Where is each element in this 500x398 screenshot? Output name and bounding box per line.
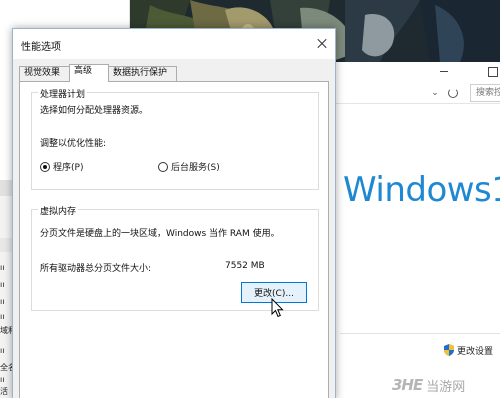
watermark-text: 当游网 [426,379,466,395]
maximize-icon[interactable] [485,64,499,78]
chevron-down-icon[interactable]: ⌄ [430,88,440,98]
tab-visual-effects[interactable]: 视觉效果 [19,66,70,81]
search-input[interactable]: 搜索控 [470,84,500,102]
processor-scheduling-group: 处理器计划 选择如何分配处理器资源。 调整以优化性能: 程序(P) 后台服务(S… [31,87,319,190]
radio-unchecked-icon[interactable] [158,161,168,172]
optimize-label: 调整以优化性能: [40,139,107,149]
change-settings-label: 更改设置 [457,346,494,357]
dialog-titlebar[interactable]: 性能选项 [13,29,335,59]
radio-label: 后台服务(S) [171,163,220,173]
radio-programs[interactable]: 程序(P) [40,160,83,173]
group-title: 处理器计划 [38,87,88,100]
radio-checked-icon[interactable] [40,161,50,172]
uac-shield-icon [444,344,454,356]
paging-file-total-label: 所有驱动器总分页文件大小: [40,264,152,274]
windows-brand-text: Windows1 [343,170,500,210]
refresh-icon[interactable] [446,86,460,100]
virtual-memory-group: 虚拟内存 分页文件是硬盘上的一块区域，Windows 当作 RAM 使用。 所有… [31,204,319,311]
background-strip [100,0,130,30]
virtual-memory-description: 分页文件是硬盘上的一块区域，Windows 当作 RAM 使用。 [40,229,280,239]
processor-description: 选择如何分配处理器资源。 [40,106,149,116]
watermark-logo: 3HE [392,376,423,394]
paging-file-total-value: 7552 MB [225,261,265,271]
watermark: 3HE 当游网 [392,372,500,398]
radio-label: 程序(P) [53,163,84,173]
minimize-icon[interactable] [437,64,451,78]
radio-background-services[interactable]: 后台服务(S) [158,160,220,173]
mouse-cursor-icon [271,298,284,318]
performance-options-dialog: 性能选项 视觉效果 高级 数据执行保护 处理器计划 选择如何分配处理器资源。 调… [12,28,336,398]
dialog-body: 视觉效果 高级 数据执行保护 处理器计划 选择如何分配处理器资源。 调整以优化性… [13,59,335,398]
background-window-controls [415,64,500,80]
divider [340,333,500,334]
close-icon[interactable] [313,35,331,53]
tab-panel-advanced: 处理器计划 选择如何分配处理器资源。 调整以优化性能: 程序(P) 后台服务(S… [19,81,329,398]
tab-advanced[interactable]: 高级 [69,64,109,82]
group-title: 虚拟内存 [38,204,79,217]
dialog-title: 性能选项 [21,42,61,53]
tab-data-execution-prevention[interactable]: 数据执行保护 [108,66,177,81]
change-settings-link[interactable]: 更改设置 [444,342,493,358]
